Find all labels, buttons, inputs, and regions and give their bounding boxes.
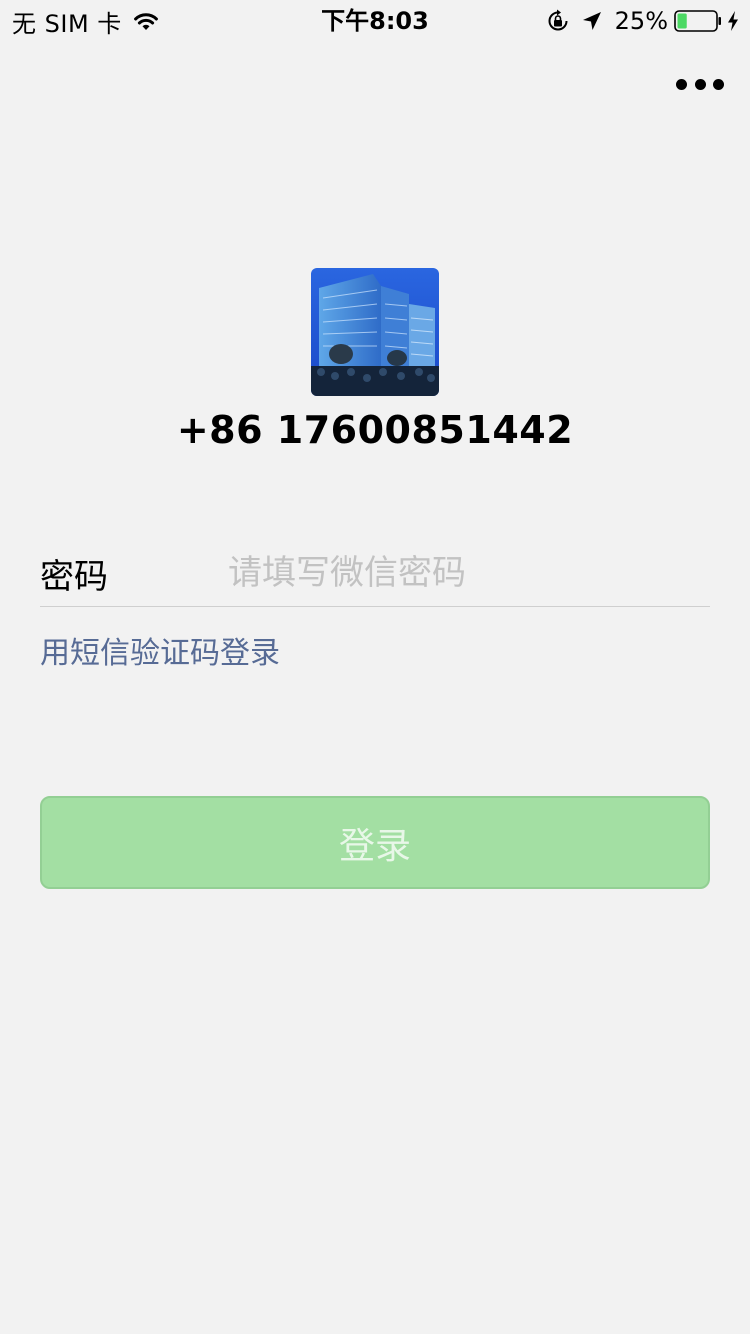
status-bar: 无 SIM 卡 下午8:03 25%: [0, 0, 750, 40]
login-button[interactable]: 登录: [40, 796, 710, 889]
password-input[interactable]: [228, 543, 710, 603]
battery-icon: [674, 10, 722, 32]
sms-login-link[interactable]: 用短信验证码登录: [40, 630, 280, 678]
avatar-building-photo: [311, 268, 439, 396]
more-dots-icon: [694, 78, 706, 90]
charging-bolt-icon: [726, 10, 740, 32]
more-dots-icon: [713, 78, 724, 90]
battery-percent: 25%: [614, 7, 668, 35]
password-row: 密码: [40, 540, 710, 607]
login-screen: 无 SIM 卡 下午8:03 25% +86 17600851442 密码 用短…: [0, 0, 750, 1334]
avatar: [311, 268, 439, 396]
more-dots-icon: [676, 78, 687, 90]
orientation-lock-icon: [545, 8, 571, 34]
status-bar-right: 25%: [545, 6, 740, 36]
password-label: 密码: [40, 556, 108, 597]
more-options-button[interactable]: [676, 70, 724, 98]
location-arrow-icon: [581, 10, 603, 32]
phone-number: +86 17600851442: [176, 408, 574, 452]
